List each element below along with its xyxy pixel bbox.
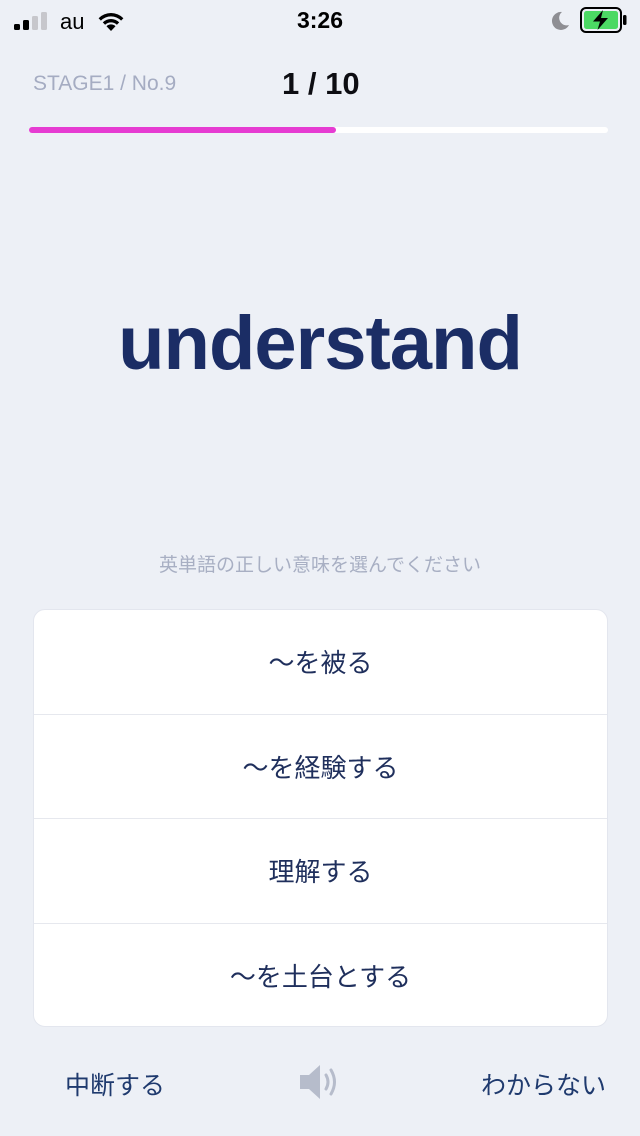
- stage-label: STAGE1 / No.9: [33, 72, 177, 95]
- answer-choices: 〜を被る 〜を経験する 理解する 〜を土台とする: [33, 609, 608, 1027]
- do-not-disturb-moon-icon: [551, 11, 569, 30]
- progress-bar: [29, 127, 608, 133]
- question-counter: 1 / 10: [282, 66, 360, 101]
- answer-choice-3[interactable]: 理解する: [34, 819, 607, 924]
- battery-charging-icon: [580, 7, 627, 33]
- answer-choice-4[interactable]: 〜を土台とする: [34, 924, 607, 1027]
- status-bar: au 3:26: [0, 0, 640, 40]
- instruction-text: 英単語の正しい意味を選んでください: [158, 554, 482, 576]
- progress-bar-fill: [29, 127, 336, 133]
- answer-choice-2[interactable]: 〜を経験する: [34, 715, 607, 819]
- quit-button[interactable]: 中断する: [65, 1066, 165, 1102]
- question-word: understand: [118, 301, 523, 386]
- speaker-icon[interactable]: [298, 1063, 344, 1101]
- dont-know-button[interactable]: わからない: [481, 1066, 606, 1102]
- answer-choice-1[interactable]: 〜を被る: [34, 610, 607, 715]
- status-time: 3:26: [296, 7, 344, 33]
